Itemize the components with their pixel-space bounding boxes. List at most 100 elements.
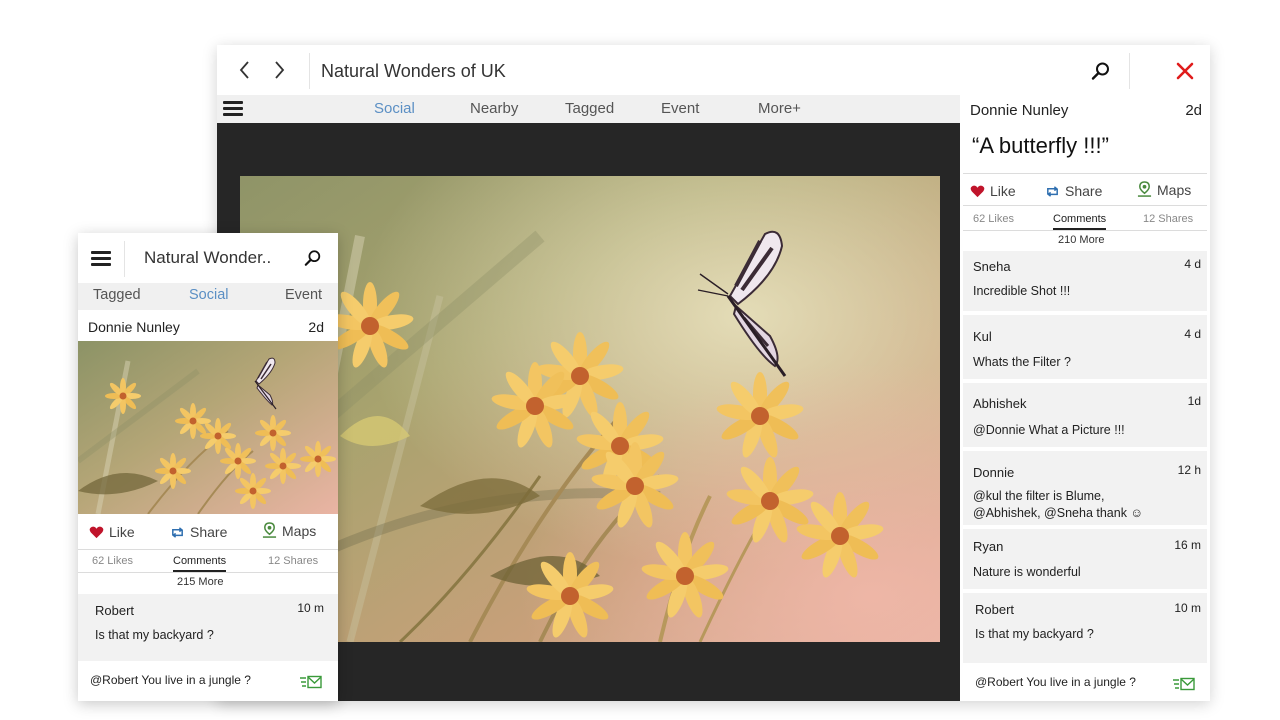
comment-age: 10 m [1174,601,1201,615]
tab-event[interactable]: Event [661,100,699,117]
phone-share-button[interactable]: Share [170,524,227,540]
comment-text-line2: @Abhishek, @Sneha thank ☺ [973,506,1144,520]
comment-author[interactable]: Sneha [973,259,1011,274]
map-pin-icon [262,522,277,538]
comment-text: Incredible Shot !!! [973,284,1071,298]
phone-menu-button[interactable] [91,251,111,267]
comment-author[interactable]: Robert [975,602,1014,617]
phone-header-separator [124,241,125,277]
phone-tab-bar: Tagged Social Event [78,283,338,310]
comment-age: 4 d [1184,327,1201,341]
post-author[interactable]: Donnie Nunley [970,102,1068,119]
phone-search-button[interactable] [304,249,322,267]
back-button[interactable] [233,58,257,82]
phone-like-button[interactable]: Like [89,524,135,540]
tab-tagged[interactable]: Tagged [565,100,614,117]
phone-tab-social[interactable]: Social [189,287,229,303]
divider [963,205,1207,206]
chevron-left-icon [239,61,249,79]
tab-nearby[interactable]: Nearby [470,100,518,117]
retweet-icon [1047,185,1058,197]
phone-shares-count[interactable]: 12 Shares [268,555,318,567]
search-icon [1091,62,1109,80]
search-icon [304,250,321,266]
like-button[interactable]: Like [970,183,1016,199]
heart-icon [970,185,985,197]
phone-tab-tagged[interactable]: Tagged [93,287,141,303]
like-label: Like [109,524,135,540]
phone-header: Natural Wonder.. [78,233,338,283]
divider [963,173,1207,174]
tab-social[interactable]: Social [374,100,415,117]
comment-author[interactable]: Donnie [973,465,1014,480]
more-comments-link[interactable]: 210 More [1058,234,1104,246]
tab-more[interactable]: More+ [758,100,801,117]
share-label: Share [190,524,228,540]
comment-item: Ryan 16 m Nature is wonderful [963,529,1207,589]
butterfly-photo[interactable] [240,176,940,642]
likes-count[interactable]: 62 Likes [973,213,1014,225]
phone-post-age: 2d [308,319,324,335]
comment-text: Nature is wonderful [973,565,1081,579]
title-separator-right [1129,53,1130,89]
phone-post-author[interactable]: Donnie Nunley [88,319,180,335]
stage: Natural Wonders of UK Social Nearby Tagg… [0,0,1280,720]
phone-comments-tab[interactable]: Comments [173,555,227,572]
comments-tab[interactable]: Comments [1053,213,1107,230]
phone-butterfly-photo[interactable] [78,341,338,514]
menu-button[interactable] [223,101,243,117]
post-age: 2d [1185,102,1202,119]
share-button[interactable]: Share [1045,183,1102,199]
maps-label: Maps [1157,181,1192,198]
hamburger-menu-icon [223,101,243,116]
comment-age: 12 h [1177,463,1201,477]
close-button[interactable] [1174,60,1196,82]
phone-reply-row [78,663,338,701]
map-pin-icon [1137,181,1152,197]
tab-bar: Social Nearby Tagged Event More+ [217,95,960,123]
send-message-icon [1173,677,1195,691]
phone-likes-count[interactable]: 62 Likes [92,555,133,567]
comment-text-line1: @kul the filter is Blume, [973,489,1105,503]
retweet-icon [172,526,183,538]
reply-input[interactable] [975,675,1165,689]
comment-text: Is that my backyard ? [95,628,214,642]
divider [78,572,338,573]
maps-button[interactable]: Maps [1137,181,1191,198]
send-button[interactable] [1173,676,1195,691]
comment-author[interactable]: Ryan [973,539,1003,554]
comment-age: 10 m [297,601,324,615]
phone-tab-event[interactable]: Event [285,287,322,303]
phone-more-comments-link[interactable]: 215 More [177,576,223,588]
heart-icon [89,526,104,538]
comment-text: Is that my backyard ? [975,627,1094,641]
shares-count[interactable]: 12 Shares [1143,213,1193,225]
window-title: Natural Wonders of UK [321,61,506,81]
title-separator [309,53,310,89]
comment-author[interactable]: Kul [973,329,992,344]
comment-age: 4 d [1184,257,1201,271]
comment-age: 16 m [1174,538,1201,552]
title-bar: Natural Wonders of UK [217,45,1210,95]
comment-item: Kul 4 d Whats the Filter ? [963,315,1207,379]
comment-text: @Donnie What a Picture !!! [973,423,1125,437]
comment-item: Donnie 12 h @kul the filter is Blume, @A… [963,451,1207,525]
like-label: Like [990,183,1016,199]
phone-title: Natural Wonder.. [144,248,272,267]
comment-author[interactable]: Abhishek [973,396,1026,411]
divider [963,230,1207,231]
comment-item: Robert 10 m Is that my backyard ? [963,593,1207,663]
forward-button[interactable] [267,58,291,82]
share-label: Share [1065,183,1103,199]
post-caption: “A butterfly !!!” [972,133,1109,158]
phone-send-button[interactable] [300,674,322,689]
comment-item: Sneha 4 d Incredible Shot !!! [963,251,1207,311]
comment-author[interactable]: Robert [95,603,134,618]
search-button[interactable] [1091,61,1111,81]
phone-reply-input[interactable] [90,673,280,687]
phone-maps-button[interactable]: Maps [262,522,316,539]
chevron-right-icon [275,61,285,79]
comment-text: Whats the Filter ? [973,355,1071,369]
send-message-icon [300,675,322,689]
phone-window: Natural Wonder.. Tagged Social Event Don… [78,233,338,701]
